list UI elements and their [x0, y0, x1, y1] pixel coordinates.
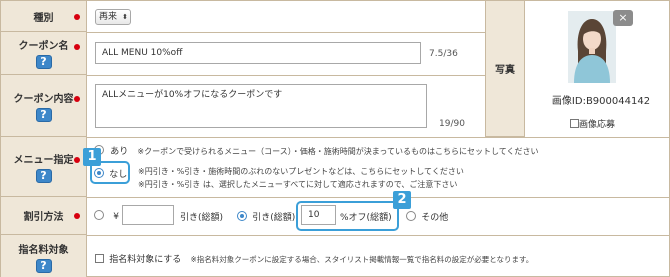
image-id: 画像ID:B900044142 — [551, 96, 651, 107]
coupon-form: 種別 クーポン名 ? クーポン内容 ? メニュー指定 ? 割引方法 指名料対象 … — [0, 0, 670, 277]
coupon-content-label-cell: クーポン内容 ? — [1, 75, 87, 137]
callout-badge-2: 2 — [393, 191, 411, 209]
yen-suffix: 引き(総額) — [180, 213, 224, 223]
yen-amount-input[interactable] — [122, 205, 174, 225]
menu-spec-label: メニュー指定 — [13, 154, 74, 166]
nomination-note: ※指名料対象クーポンに設定する場合、スタイリスト掲載情報一覧で指名料の設定が必要… — [190, 255, 534, 264]
type-select[interactable]: 再来 ⬍ — [95, 9, 131, 25]
coupon-content-counter: 19/90 — [439, 119, 465, 129]
coupon-name-input[interactable]: ALL MENU 10%off — [95, 42, 421, 64]
discount-option-percent[interactable]: 引き(総額) — [237, 210, 295, 223]
menu-option-no-note2: ※円引き・%引き は、選択したメニューすべてに対して適応されますので、ご注意下さ… — [138, 180, 458, 189]
coupon-name-counter: 7.5/36 — [429, 49, 458, 59]
coupon-content-label: クーポン内容 — [13, 93, 74, 105]
updown-arrow-icon: ⬍ — [122, 13, 128, 21]
discount-method-label: 割引方法 — [23, 212, 64, 223]
required-indicator — [74, 14, 80, 20]
menu-option-yes[interactable]: あり ※クーポンで受けられるメニュー（コース）・価格・施術時間が決まっているもの… — [94, 144, 539, 157]
discount-option-yen[interactable]: ¥ — [94, 210, 119, 222]
menu-option-no-note1: ※円引き・%引き・施術時間のぶれのないプレゼントなどは、こちらにセットしてくださ… — [138, 167, 464, 176]
type-label: 種別 — [33, 12, 54, 24]
coupon-name-value: ALL MENU 10%off — [102, 48, 183, 58]
help-icon[interactable]: ? — [35, 55, 52, 69]
coupon-photo-thumbnail[interactable] — [568, 11, 616, 83]
checkbox-icon[interactable] — [95, 254, 104, 263]
checkbox-icon[interactable] — [570, 119, 579, 128]
photo-apply-checkbox[interactable]: 画像応募 — [570, 117, 615, 130]
row-divider — [87, 75, 485, 76]
coupon-content-textarea[interactable]: ALLメニューが10%オフになるクーポンです — [95, 84, 427, 128]
nomination-checkbox[interactable]: 指名料対象にする ※指名料対象クーポンに設定する場合、スタイリスト掲載情報一覧で… — [95, 252, 533, 265]
menu-spec-label-cell: メニュー指定 ? — [1, 137, 87, 197]
required-indicator — [74, 213, 80, 219]
required-indicator — [74, 96, 80, 102]
row-divider — [87, 137, 670, 138]
nomination-label-cell: 指名料対象 ? — [1, 235, 87, 277]
help-icon[interactable]: ? — [35, 258, 52, 273]
help-icon[interactable]: ? — [35, 168, 52, 183]
percent-prefix: 引き(総額) — [252, 213, 296, 223]
highlight-box-2 — [296, 201, 399, 231]
other-label: その他 — [421, 213, 449, 223]
photo-label-cell: 写真 — [485, 1, 525, 137]
type-select-value: 再来 — [99, 12, 118, 22]
coupon-name-label-cell: クーポン名 ? — [1, 32, 87, 75]
nomination-checkbox-label: 指名料対象にする — [109, 255, 182, 265]
person-photo-icon — [568, 11, 616, 83]
photo-label: 写真 — [495, 65, 515, 76]
required-indicator — [74, 157, 80, 163]
menu-option-yes-note: ※クーポンで受けられるメニュー（コース）・価格・施術時間が決まっているものはこち… — [137, 147, 539, 156]
row-divider — [87, 197, 670, 198]
discount-option-other[interactable]: その他 — [406, 210, 448, 223]
radio-yen[interactable] — [94, 210, 104, 220]
menu-option-yes-label: あり — [110, 147, 129, 157]
row-divider — [87, 32, 485, 33]
nomination-fee-label: 指名料対象 — [18, 244, 69, 256]
yen-symbol: ¥ — [113, 212, 119, 222]
callout-badge-1: 1 — [83, 148, 101, 166]
radio-percent[interactable] — [237, 211, 247, 221]
close-icon[interactable]: × — [613, 10, 633, 26]
row-divider — [87, 235, 670, 236]
help-icon[interactable]: ? — [35, 107, 52, 122]
coupon-content-value: ALLメニューが10%オフになるクーポンです — [102, 90, 283, 100]
photo-apply-label: 画像応募 — [579, 120, 616, 130]
coupon-name-label: クーポン名 — [18, 41, 69, 52]
radio-other[interactable] — [406, 211, 416, 221]
required-indicator — [74, 44, 80, 50]
